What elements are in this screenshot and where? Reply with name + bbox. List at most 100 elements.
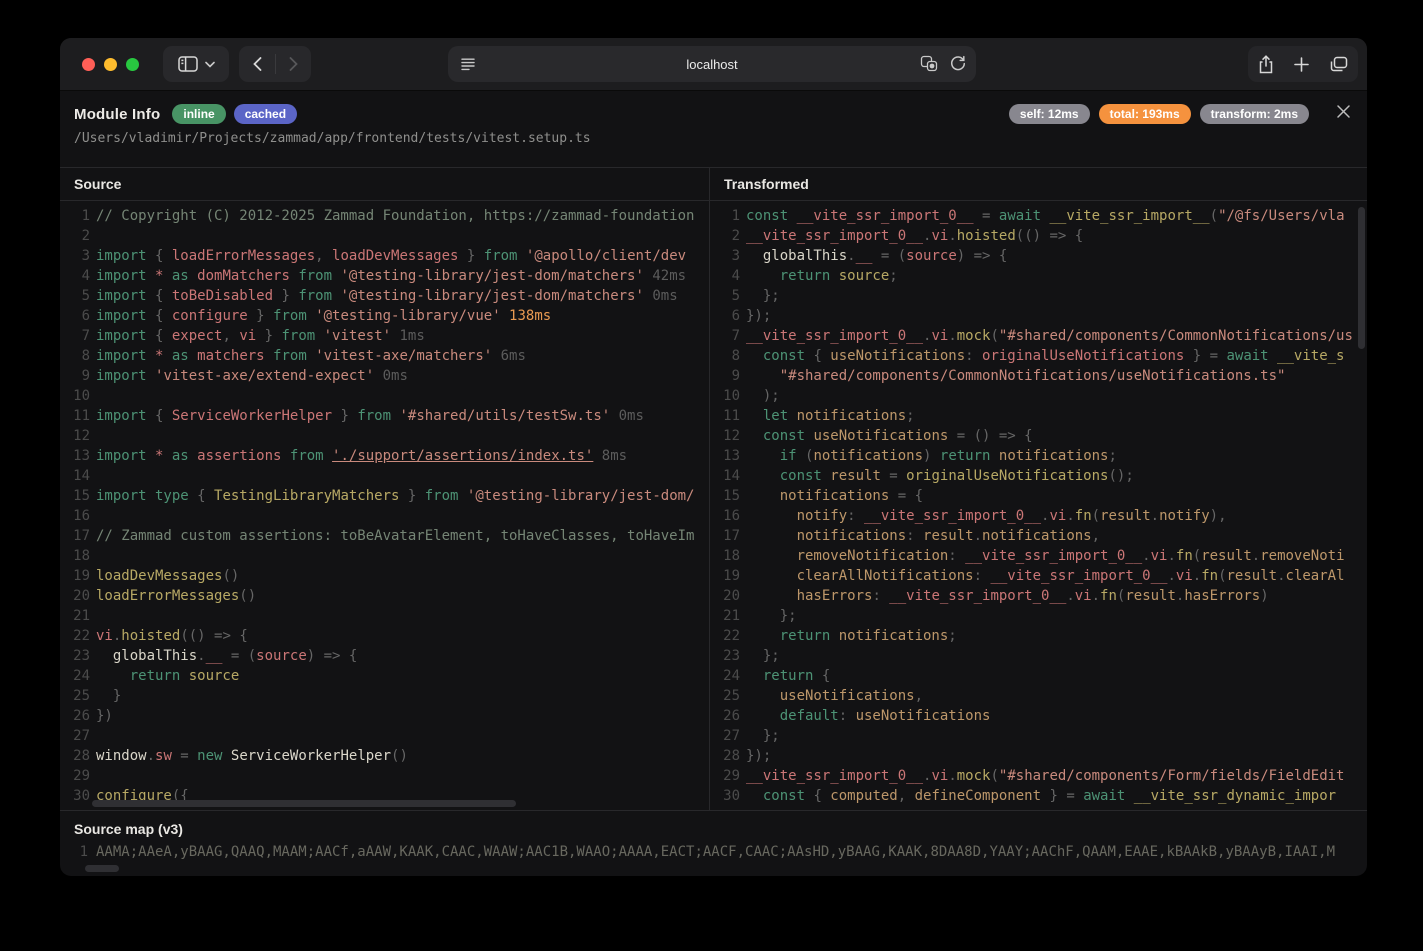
module-badges: inlinecached (172, 104, 297, 124)
code-token: from (290, 266, 341, 286)
address-bar[interactable]: localhost (448, 46, 976, 82)
line-number: 12 (60, 426, 96, 446)
horizontal-scrollbar[interactable] (92, 800, 516, 807)
code-line: 27 (60, 726, 709, 746)
module-link[interactable]: './support/assertions/index.ts' (332, 446, 593, 466)
code-token: { (155, 406, 172, 426)
code-token: as (163, 446, 197, 466)
code-token: "#shared/components/CommonNotifications/… (780, 366, 1286, 386)
forward-button[interactable] (275, 46, 311, 82)
code-token: } (458, 246, 483, 266)
code-token: } = (1041, 786, 1083, 806)
code-token: domMatchers (197, 266, 290, 286)
code-token (746, 526, 797, 546)
code-token: import (96, 246, 155, 266)
code-token: vi (1176, 566, 1193, 586)
sourcemap-scrollbar[interactable] (85, 865, 119, 872)
code-token: defineComponent (915, 786, 1041, 806)
code-token: * (155, 346, 163, 366)
tab-overview-button[interactable] (1330, 56, 1348, 72)
code-token: . (1151, 506, 1159, 526)
code-token: globalThis (96, 646, 197, 666)
sidebar-toggle-button[interactable] (163, 46, 229, 82)
code-token: { (155, 326, 172, 346)
line-number: 13 (60, 446, 96, 466)
code-line: 12 const useNotifications = () => { (710, 426, 1367, 446)
code-token: originalUseNotifications (982, 346, 1184, 366)
code-line: 19loadDevMessages() (60, 566, 709, 586)
sourcemap-title: Source map (v3) (74, 821, 1367, 837)
code-token: return (746, 666, 822, 686)
line-number: 22 (60, 626, 96, 646)
code-token: clearAllNotifications (797, 566, 974, 586)
line-number: 4 (60, 266, 96, 286)
line-number: 20 (710, 586, 746, 606)
code-line: 29 (60, 766, 709, 786)
code-token: notifications (813, 446, 923, 466)
code-token: . (197, 646, 205, 666)
line-number: 6 (710, 306, 746, 326)
transformed-code[interactable]: 1const __vite_ssr_import_0__ = await __v… (710, 201, 1367, 810)
close-window-button[interactable] (82, 58, 95, 71)
minimize-window-button[interactable] (104, 58, 117, 71)
code-token: }; (746, 606, 797, 626)
line-number: 1 (710, 206, 746, 226)
line-number: 24 (710, 666, 746, 686)
chevron-down-icon (205, 61, 215, 68)
source-code[interactable]: 1// Copyright (C) 2012-2025 Zammad Found… (60, 201, 709, 810)
code-token: { (155, 246, 172, 266)
code-token: ( (1218, 566, 1226, 586)
code-token (746, 506, 797, 526)
code-token: , (315, 246, 332, 266)
sidebar-icon (178, 56, 198, 72)
code-token: }); (746, 306, 771, 326)
line-number: 12 (710, 426, 746, 446)
new-tab-button[interactable] (1294, 57, 1309, 72)
line-number: 10 (60, 386, 96, 406)
code-token: sw (155, 746, 172, 766)
code-token: { (155, 306, 172, 326)
code-token: source (256, 646, 307, 666)
line-number: 15 (710, 486, 746, 506)
vertical-scrollbar[interactable] (1358, 207, 1365, 349)
code-token: ; (889, 266, 897, 286)
code-line: 11import { ServiceWorkerHelper } from '#… (60, 406, 709, 426)
code-token: from (273, 306, 315, 326)
line-number: 21 (60, 606, 96, 626)
line-number: 9 (60, 366, 96, 386)
code-token: if (746, 446, 805, 466)
code-token (746, 546, 797, 566)
code-token: = ( (222, 646, 256, 666)
code-token: import (96, 406, 155, 426)
code-token: 1ms (391, 326, 425, 346)
back-button[interactable] (239, 46, 275, 82)
line-number: 27 (710, 726, 746, 746)
code-token: vi (1075, 586, 1092, 606)
code-token: 0ms (610, 406, 644, 426)
code-token: __vite_s (1277, 346, 1344, 366)
code-token: ServiceWorkerHelper (172, 406, 332, 426)
code-token (746, 486, 780, 506)
code-line: 2__vite_ssr_import_0__.vi.hoisted(() => … (710, 226, 1367, 246)
translate-icon[interactable] (920, 55, 938, 72)
code-line: 28}); (710, 746, 1367, 766)
code-token: ) (923, 446, 940, 466)
browser-toolbar: localhost (60, 38, 1367, 91)
code-line: 9 "#shared/components/CommonNotification… (710, 366, 1367, 386)
code-token: ; (1108, 446, 1116, 466)
zoom-window-button[interactable] (126, 58, 139, 71)
code-token: result (1201, 546, 1252, 566)
close-button[interactable] (1336, 104, 1351, 119)
share-button[interactable] (1258, 55, 1274, 74)
line-number: 8 (60, 346, 96, 366)
code-token: from (265, 346, 316, 366)
code-line: 13import * as assertions from './support… (60, 446, 709, 466)
line-number: 6 (60, 306, 96, 326)
reload-icon[interactable] (950, 55, 966, 72)
line-number: 14 (60, 466, 96, 486)
code-token: useNotifications (780, 686, 915, 706)
line-number: 27 (60, 726, 96, 746)
sourcemap-line: 1 AAMA;AAeA,yBAAG,QAAQ,MAAM;AACf,aAAW,KA… (74, 844, 1367, 860)
code-token: . (1193, 566, 1201, 586)
code-token: hoisted (121, 626, 180, 646)
